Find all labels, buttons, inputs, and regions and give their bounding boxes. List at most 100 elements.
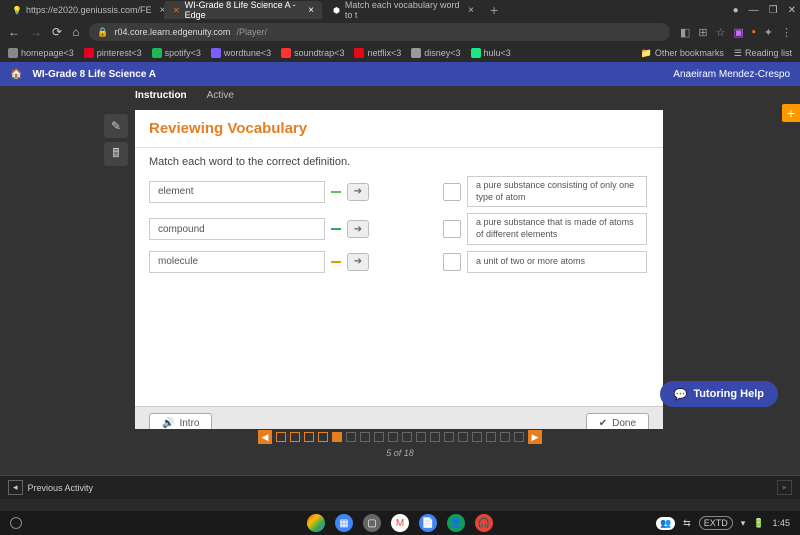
bookmark-item[interactable]: spotify<3 [152, 48, 201, 58]
pencil-tool[interactable]: ✎ [104, 114, 128, 138]
progress-step[interactable] [402, 432, 412, 442]
forward-button[interactable]: → [30, 25, 42, 39]
progress-step[interactable] [374, 432, 384, 442]
record-icon[interactable]: ● [733, 5, 739, 16]
match-row: molecule ➔ a unit of two or more atoms [149, 251, 649, 273]
definition-box[interactable]: a pure substance consisting of only one … [467, 176, 647, 207]
progress-prev[interactable]: ◀ [258, 430, 272, 444]
close-icon[interactable]: × [308, 5, 314, 16]
progress-step[interactable] [290, 432, 300, 442]
ext-icon[interactable]: ▣ [733, 26, 743, 39]
ext-icon[interactable]: ◧ [680, 26, 690, 39]
tab-title: https://e2020.geniussis.com/FE [26, 5, 152, 15]
definition-box[interactable]: a pure substance that is made of atoms o… [467, 213, 647, 244]
progress-step[interactable] [360, 432, 370, 442]
app-icon[interactable]: ▦ [335, 514, 353, 532]
previous-activity-button[interactable]: ◂ Previous Activity [8, 480, 93, 495]
menu-icon[interactable]: ⋮ [781, 26, 792, 39]
progress-step[interactable] [486, 432, 496, 442]
drop-target[interactable] [443, 220, 461, 238]
reload-button[interactable]: ⟳ [52, 25, 62, 39]
progress-step[interactable] [416, 432, 426, 442]
calculator-tool[interactable]: 🖩 [104, 142, 128, 166]
puzzle-icon[interactable]: ✦ [764, 26, 773, 39]
battery-icon[interactable]: 🔋 [753, 518, 764, 529]
browser-tab[interactable]: 💡 https://e2020.geniussis.com/FE × [4, 1, 162, 19]
app-icon[interactable]: ▢ [363, 514, 381, 532]
progress-step[interactable] [514, 432, 524, 442]
extd-indicator[interactable]: EXTD [699, 516, 733, 530]
bookmarks-bar: homepage<3 pinterest<3 spotify<3 wordtun… [0, 44, 800, 62]
ext-icon[interactable]: ▪ [752, 26, 756, 39]
progress-step-current[interactable] [332, 432, 342, 442]
arrow-button[interactable]: ➔ [347, 183, 369, 201]
progress-next[interactable]: ▶ [528, 430, 542, 444]
home-icon[interactable]: 🏠 [10, 69, 22, 80]
bookmark-item[interactable]: netflix<3 [354, 48, 401, 58]
bookmark-item[interactable]: hulu<3 [471, 48, 511, 58]
vocab-word[interactable]: element [149, 181, 325, 203]
classroom-icon[interactable]: 👤 [447, 514, 465, 532]
content-area: Instruction Active + ✎ 🖩 Reviewing Vocab… [0, 86, 800, 475]
next-activity-button[interactable]: ▸ [777, 480, 792, 495]
vocab-word[interactable]: molecule [149, 251, 325, 273]
bookmark-item[interactable]: pinterest<3 [84, 48, 142, 58]
tab-title: WI-Grade 8 Life Science A - Edge [185, 0, 301, 20]
new-tab-button[interactable]: + [484, 2, 504, 18]
close-window-icon[interactable]: ✕ [788, 5, 796, 16]
bookmark-item[interactable]: soundtrap<3 [281, 48, 344, 58]
wifi-icon[interactable]: ▾ [741, 518, 746, 529]
app-icon[interactable]: 🎧 [475, 514, 493, 532]
progress-step[interactable] [472, 432, 482, 442]
progress-step[interactable] [304, 432, 314, 442]
clock[interactable]: 1:45 [772, 518, 790, 528]
close-icon[interactable]: × [468, 5, 474, 16]
home-button[interactable]: ⌂ [72, 25, 79, 39]
match-row: compound ➔ a pure substance that is made… [149, 213, 649, 244]
progress-step[interactable] [444, 432, 454, 442]
progress-step[interactable] [276, 432, 286, 442]
drop-target[interactable] [443, 253, 461, 271]
back-button[interactable]: ← [8, 25, 20, 39]
vocab-word[interactable]: compound [149, 218, 325, 240]
reading-list[interactable]: ☰Reading list [734, 48, 792, 59]
tab-instruction[interactable]: Instruction [135, 90, 187, 101]
tray-icon[interactable]: ⇆ [683, 518, 691, 529]
nav-bar: ← → ⟳ ⌂ 🔒 r04.core.learn.edgenuity.com/P… [0, 20, 800, 44]
gmail-icon[interactable]: M [391, 514, 409, 532]
progress-step[interactable] [318, 432, 328, 442]
drop-target[interactable] [443, 183, 461, 201]
bookmark-item[interactable]: homepage<3 [8, 48, 74, 58]
connector-line [331, 228, 341, 230]
system-tray: 👥 ⇆ EXTD ▾ 🔋 1:45 [656, 516, 790, 530]
progress-step[interactable] [346, 432, 356, 442]
progress-step[interactable] [500, 432, 510, 442]
browser-tab-active[interactable]: ✕ WI-Grade 8 Life Science A - Edge × [164, 1, 322, 19]
tray-icon[interactable]: 👥 [656, 517, 675, 530]
docs-icon[interactable]: 📄 [419, 514, 437, 532]
user-name: Anaeiram Mendez-Crespo [673, 69, 790, 80]
tutoring-help-button[interactable]: 💬 Tutoring Help [660, 381, 778, 407]
minimize-icon[interactable]: — [749, 5, 759, 16]
progress-step[interactable] [388, 432, 398, 442]
other-bookmarks[interactable]: 📁Other bookmarks [641, 48, 724, 59]
bookmark-item[interactable]: disney<3 [411, 48, 460, 58]
star-icon[interactable]: ☆ [716, 26, 726, 39]
prev-label: Previous Activity [28, 483, 94, 493]
arrow-button[interactable]: ➔ [347, 253, 369, 271]
ext-icon[interactable]: ⊞ [698, 26, 707, 39]
progress-step[interactable] [458, 432, 468, 442]
definition-box[interactable]: a unit of two or more atoms [467, 251, 647, 273]
chrome-icon[interactable] [307, 514, 325, 532]
maximize-icon[interactable]: ❐ [769, 5, 778, 16]
arrow-button[interactable]: ➔ [347, 220, 369, 238]
edgenuity-icon: ✕ [172, 5, 181, 15]
url-path: /Player/ [236, 27, 267, 37]
tab-active[interactable]: Active [207, 90, 234, 101]
url-bar[interactable]: 🔒 r04.core.learn.edgenuity.com/Player/ [89, 23, 670, 41]
add-button[interactable]: + [782, 104, 800, 122]
browser-tab[interactable]: ⬢ Match each vocabulary word to t × [324, 1, 482, 19]
progress-step[interactable] [430, 432, 440, 442]
launcher-button[interactable] [10, 517, 22, 529]
bookmark-item[interactable]: wordtune<3 [211, 48, 271, 58]
